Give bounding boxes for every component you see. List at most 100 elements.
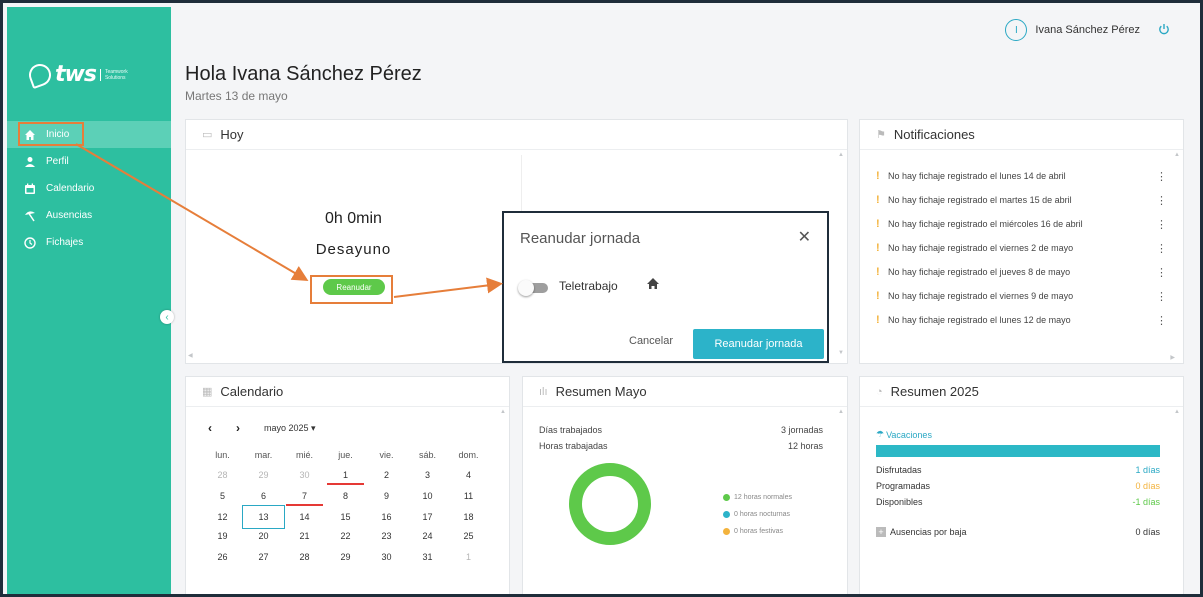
calendar-day[interactable]: 3	[407, 470, 448, 480]
more-options-icon[interactable]: ⋮	[1156, 242, 1167, 255]
more-options-icon[interactable]: ⋮	[1156, 266, 1167, 279]
stat-row-disponibles: Disponibles -1 días	[876, 497, 1160, 507]
scroll-up-icon[interactable]: ▲	[838, 409, 844, 415]
calendar-day-missing-record[interactable]: 8	[325, 482, 366, 501]
scroll-left-icon[interactable]: ◀	[188, 352, 193, 359]
sidebar-item-fichajes[interactable]: Fichajes	[7, 229, 171, 256]
calendar-day[interactable]: 6	[243, 491, 284, 501]
dias-value: 3 jornadas	[780, 425, 823, 435]
weekday-header-row: lun. mar. mié. jue. vie. sáb. dom.	[202, 445, 492, 465]
weekday-label: sáb.	[418, 450, 436, 461]
avatar[interactable]: I	[1005, 19, 1028, 41]
scroll-down-icon[interactable]: ▼	[838, 350, 844, 356]
prev-month-button[interactable]: ‹	[208, 421, 212, 435]
card-header: ◔ Resumen 2025	[860, 377, 1183, 407]
more-options-icon[interactable]: ⋮	[1156, 194, 1167, 207]
more-options-icon[interactable]: ⋮	[1156, 314, 1167, 327]
warning-icon: !	[876, 314, 880, 326]
app-window: tws Teamwork Solutions Inicio Perfil Cal…	[0, 0, 1203, 597]
stat-label: Disponibles	[876, 497, 923, 507]
calendar-day[interactable]: 28	[284, 552, 325, 562]
warning-icon: !	[876, 290, 880, 302]
calendar-day[interactable]: 17	[407, 512, 448, 522]
sidebar-item-label: Fichajes	[46, 237, 84, 248]
sidebar-item-ausencias[interactable]: Ausencias	[7, 202, 171, 229]
notification-item[interactable]: ! No hay fichaje registrado el viernes 2 …	[876, 236, 1167, 260]
stat-label: Programadas	[876, 481, 931, 491]
calendar-week-row: 12 13 14 15 16 17 18	[202, 503, 492, 529]
notification-item[interactable]: ! No hay fichaje registrado el viernes 9 …	[876, 284, 1167, 308]
calendar-day[interactable]: 26	[202, 552, 243, 562]
notification-item[interactable]: ! No hay fichaje registrado el lunes 12 d…	[876, 308, 1167, 332]
calendar-day[interactable]: 16	[366, 512, 407, 522]
notification-item[interactable]: ! No hay fichaje registrado el martes 15 …	[876, 188, 1167, 212]
plus-box-icon: +	[876, 527, 886, 537]
more-options-icon[interactable]: ⋮	[1156, 170, 1167, 183]
calendar-day[interactable]: 23	[366, 531, 407, 541]
scroll-up-icon[interactable]: ▲	[1174, 152, 1180, 158]
calendar-day[interactable]: 10	[407, 491, 448, 501]
logo[interactable]: tws Teamwork Solutions	[25, 60, 128, 89]
calendar-day[interactable]: 9	[366, 491, 407, 501]
notification-item[interactable]: ! No hay fichaje registrado el miércoles …	[876, 212, 1167, 236]
calendar-day[interactable]: 1	[325, 470, 366, 480]
calendar-day[interactable]: 21	[284, 531, 325, 541]
calendar-day[interactable]: 29	[243, 470, 284, 480]
next-month-button[interactable]: ›	[236, 421, 240, 435]
calendar-day[interactable]: 4	[448, 470, 489, 480]
calendar-day[interactable]: 5	[202, 491, 243, 501]
notification-item[interactable]: ! No hay fichaje registrado el jueves 8 d…	[876, 260, 1167, 284]
more-options-icon[interactable]: ⋮	[1156, 218, 1167, 231]
calendar-day[interactable]: 18	[448, 512, 489, 522]
calendar-day[interactable]: 30	[366, 552, 407, 562]
home-icon	[646, 277, 660, 293]
stat-row-disfrutadas: Disfrutadas 1 días	[876, 465, 1160, 475]
horas-trabajadas-row: Horas trabajadas 12 horas	[539, 441, 823, 451]
card-resumen-mayo: ılı Resumen Mayo Días trabajados 3 jorna…	[522, 376, 848, 594]
card-notificaciones: ⚑ Notificaciones ! No hay fichaje registr…	[859, 119, 1184, 364]
calendar-day[interactable]: 25	[448, 531, 489, 541]
calendar-day[interactable]: 30	[284, 470, 325, 480]
cancel-button[interactable]: Cancelar	[629, 335, 673, 347]
scroll-up-icon[interactable]: ▲	[1174, 409, 1180, 415]
stat-label: Disfrutadas	[876, 465, 922, 475]
calendar-day[interactable]: 27	[243, 552, 284, 562]
user-menu: I Ivana Sánchez Pérez	[1005, 19, 1170, 41]
calendar-day[interactable]: 11	[448, 491, 489, 501]
calendar-day[interactable]: 28	[202, 470, 243, 480]
calendar-day[interactable]: 15	[325, 512, 366, 522]
power-icon[interactable]	[1158, 23, 1170, 38]
calendar-day[interactable]: 24	[407, 531, 448, 541]
card-title: Resumen 2025	[890, 384, 979, 399]
calendar-day[interactable]: 31	[407, 552, 448, 562]
month-selector[interactable]: mayo 2025 ▾	[264, 423, 316, 434]
calendar-day[interactable]: 20	[243, 531, 284, 541]
scroll-up-icon[interactable]: ▲	[838, 152, 844, 158]
card-resumen-2025: ◔ Resumen 2025 ☂ Vacaciones Disfrutadas …	[859, 376, 1184, 594]
calendar-day[interactable]: 29	[325, 552, 366, 562]
calendar-day[interactable]: 19	[202, 531, 243, 541]
calendar-day-today[interactable]: 13	[242, 504, 285, 529]
sidebar-item-perfil[interactable]: Perfil	[7, 148, 171, 175]
warning-icon: !	[876, 266, 880, 278]
user-name[interactable]: Ivana Sánchez Pérez	[1035, 24, 1140, 36]
calendar-day[interactable]: 7	[284, 491, 325, 501]
close-icon[interactable]: ✕	[798, 227, 811, 247]
notification-item[interactable]: ! No hay fichaje registrado el lunes 14 d…	[876, 164, 1167, 188]
sidebar-item-calendario[interactable]: Calendario	[7, 175, 171, 202]
teletrabajo-toggle[interactable]	[518, 280, 548, 296]
scroll-up-icon[interactable]: ▲	[500, 409, 506, 415]
ausencias-baja-row: + Ausencias por baja 0 días	[876, 527, 1160, 537]
calendar-grid: lun. mar. mié. jue. vie. sáb. dom. 28 29…	[202, 445, 492, 567]
calendar-day-missing-record[interactable]: 14	[284, 503, 325, 522]
scroll-right-icon[interactable]: ▶	[1170, 354, 1175, 361]
calendar-month-nav: ‹ › mayo 2025 ▾	[208, 421, 316, 435]
calendar-day[interactable]: 2	[366, 470, 407, 480]
reanudar-jornada-button[interactable]: Reanudar jornada	[693, 329, 824, 359]
sidebar-item-label: Calendario	[46, 183, 95, 194]
calendar-day[interactable]: 22	[325, 531, 366, 541]
collapse-sidebar-button[interactable]: ‹	[160, 310, 174, 324]
calendar-day[interactable]: 1	[448, 552, 489, 562]
more-options-icon[interactable]: ⋮	[1156, 290, 1167, 303]
calendar-day[interactable]: 12	[202, 512, 243, 522]
